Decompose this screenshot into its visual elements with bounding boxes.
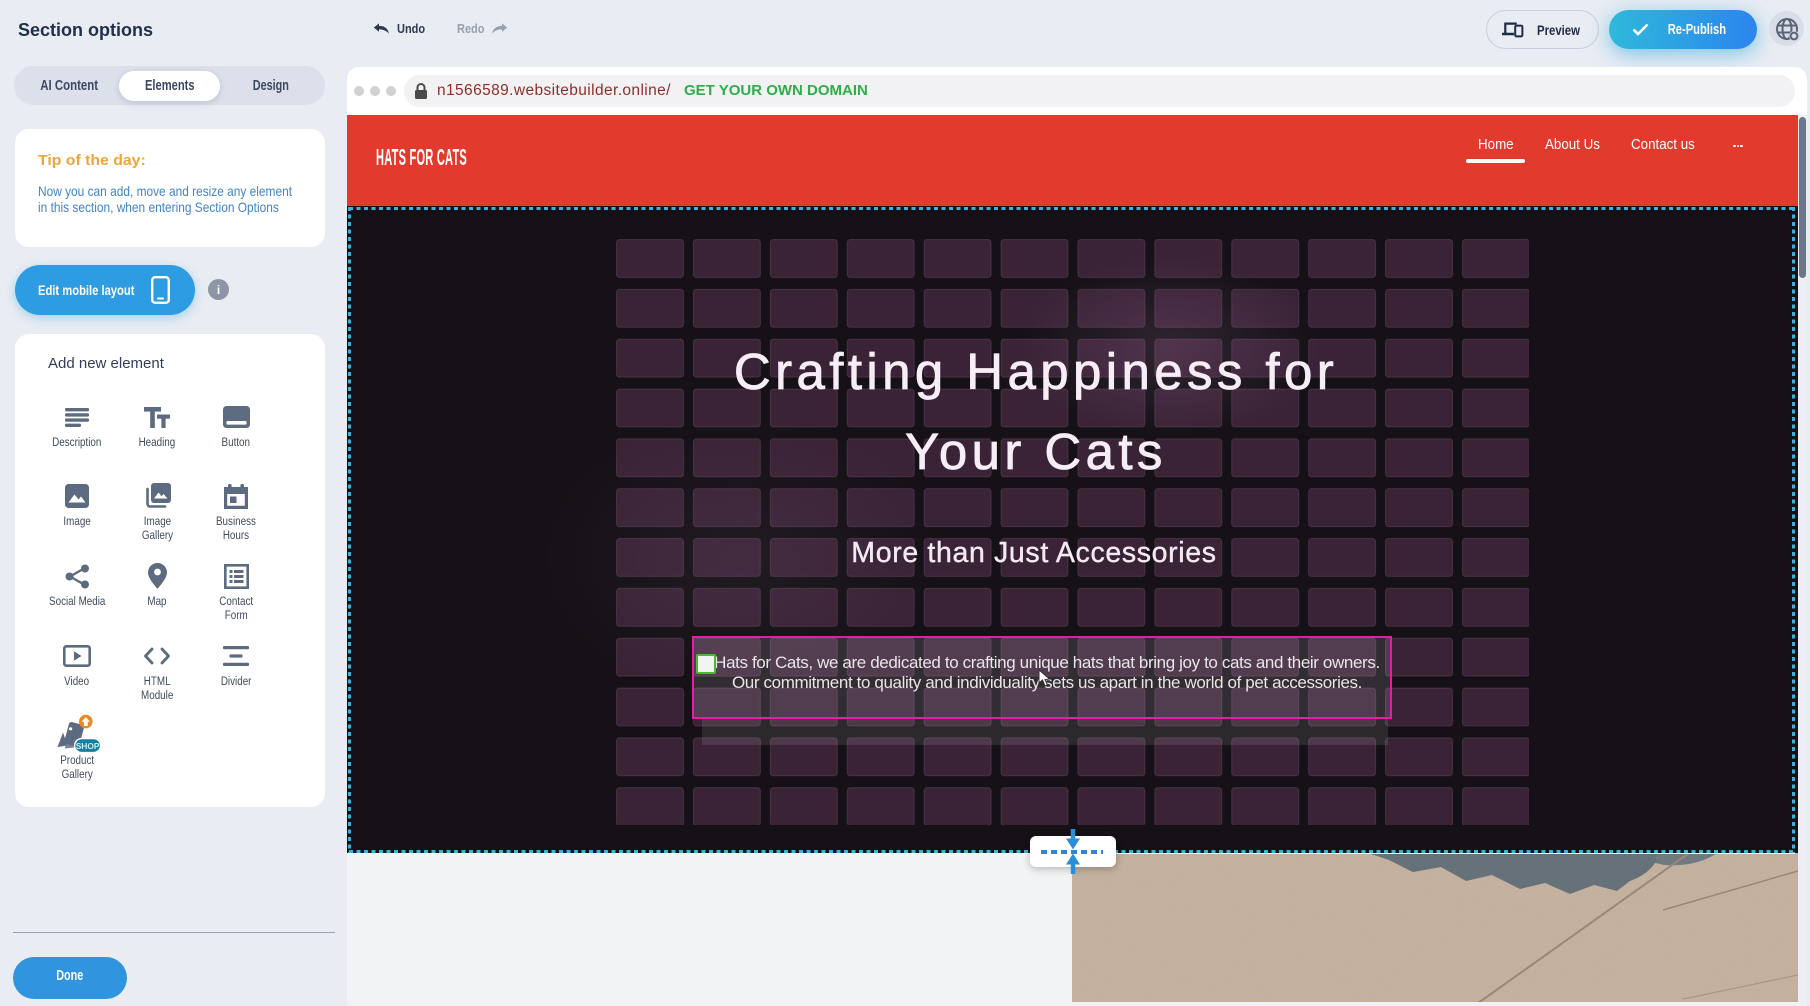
svg-text:SHOP: SHOP xyxy=(76,741,100,751)
